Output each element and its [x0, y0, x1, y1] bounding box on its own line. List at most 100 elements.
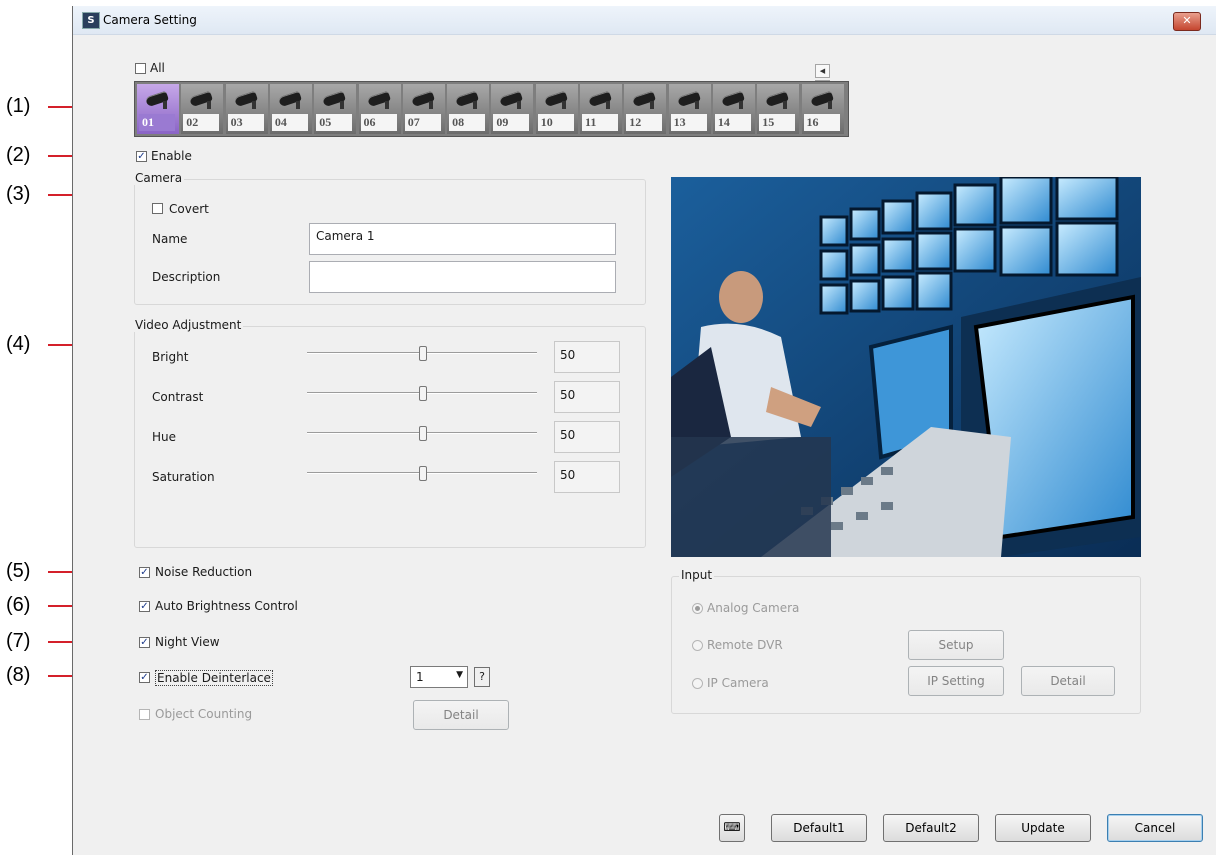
callout-label: (1): [6, 95, 31, 117]
camera-group-title: Camera: [133, 171, 185, 185]
camera-number: 01: [139, 114, 175, 131]
camera-tile[interactable]: 04: [269, 84, 312, 134]
noise-reduction-checkbox[interactable]: ✓: [139, 567, 150, 578]
saturation-value[interactable]: 50: [554, 461, 620, 493]
callout-label: (2): [6, 144, 31, 166]
camera-number: 07: [404, 114, 441, 131]
ip-camera-label: IP Camera: [707, 676, 769, 690]
keyboard-button[interactable]: ⌨: [719, 814, 745, 842]
all-label: All: [150, 61, 165, 75]
input-group-title: Input: [679, 568, 715, 582]
cancel-button[interactable]: Cancel: [1107, 814, 1203, 842]
chevron-down-icon: ▼: [456, 670, 463, 680]
hue-value[interactable]: 50: [554, 421, 620, 453]
name-field[interactable]: Camera 1: [309, 223, 616, 255]
camera-number: 03: [227, 114, 264, 131]
callout-label: (6): [6, 594, 31, 616]
saturation-label: Saturation: [152, 470, 215, 484]
camera-tile[interactable]: 12: [624, 84, 667, 134]
close-button[interactable]: ✕: [1173, 12, 1201, 31]
enable-checkbox[interactable]: ✓: [136, 151, 147, 162]
callout-label: (5): [6, 560, 31, 582]
camera-icon: [586, 88, 616, 109]
camera-tile[interactable]: 01: [137, 84, 179, 134]
default1-button[interactable]: Default1: [771, 814, 867, 842]
camera-tile[interactable]: 05: [314, 84, 357, 134]
covert-checkbox[interactable]: [152, 203, 163, 214]
camera-number: 12: [626, 114, 663, 131]
camera-tile[interactable]: 11: [580, 84, 622, 134]
contrast-slider-thumb[interactable]: [419, 386, 427, 401]
camera-icon: [719, 88, 749, 109]
ip-camera-radio[interactable]: [692, 678, 703, 689]
camera-tile[interactable]: 09: [491, 84, 534, 134]
ip-detail-button[interactable]: Detail: [1021, 666, 1115, 696]
callout-7: (7): [0, 630, 136, 652]
camera-icon: [675, 88, 705, 109]
deinterlace-select[interactable]: 1 ▼: [410, 666, 468, 688]
description-field[interactable]: [309, 261, 616, 293]
title-bar: S Camera Setting ✕: [73, 6, 1216, 35]
camera-icon: [187, 88, 217, 109]
scroll-left-icon[interactable]: ◀: [815, 64, 830, 78]
camera-scroll-arrows: ◀▶: [815, 62, 845, 94]
camera-tile[interactable]: 02: [181, 84, 224, 134]
camera-setting-dialog: S Camera Setting ✕ All ◀▶ 01 02 03 04 05 06 07…: [72, 6, 1216, 855]
callout-label: (3): [6, 183, 31, 205]
bright-slider-thumb[interactable]: [419, 346, 427, 361]
setup-button[interactable]: Setup: [908, 630, 1004, 660]
deinterlace-help-button[interactable]: ?: [474, 667, 490, 687]
control-room-photo: [671, 177, 1141, 557]
deinterlace-label: Enable Deinterlace: [155, 670, 273, 686]
analog-camera-radio[interactable]: [692, 603, 703, 614]
camera-icon: [497, 88, 527, 109]
callout-label: (7): [6, 630, 31, 652]
camera-tile[interactable]: 13: [668, 84, 711, 134]
name-label: Name: [152, 232, 188, 246]
camera-number: 06: [360, 114, 397, 131]
callout-2: (2): [0, 144, 136, 166]
object-counting-checkbox[interactable]: [139, 709, 150, 720]
all-checkbox[interactable]: [135, 63, 146, 74]
bright-value[interactable]: 50: [554, 341, 620, 373]
remote-dvr-radio[interactable]: [692, 640, 703, 651]
camera-number: 13: [670, 114, 707, 131]
camera-icon: [630, 88, 660, 109]
callout-label: (8): [6, 664, 31, 686]
object-counting-detail-button[interactable]: Detail: [413, 700, 509, 730]
video-adjustment-title: Video Adjustment: [133, 318, 244, 332]
camera-tile[interactable]: 03: [225, 84, 268, 134]
camera-tile[interactable]: 15: [757, 84, 800, 134]
camera-tile[interactable]: 07: [402, 84, 445, 134]
callout-4: (4): [0, 334, 136, 354]
callout-8: (8): [0, 664, 136, 686]
camera-icon: [763, 88, 793, 109]
contrast-value[interactable]: 50: [554, 381, 620, 413]
camera-number: 10: [537, 114, 574, 131]
camera-tile[interactable]: 08: [447, 84, 490, 134]
remote-dvr-label: Remote DVR: [707, 638, 783, 652]
ip-setting-button[interactable]: IP Setting: [908, 666, 1004, 696]
camera-icon: [276, 88, 306, 109]
camera-tile[interactable]: 14: [712, 84, 755, 134]
camera-number: 16: [803, 114, 840, 131]
hue-slider-thumb[interactable]: [419, 426, 427, 441]
deinterlace-select-value: 1: [416, 670, 424, 684]
default2-button[interactable]: Default2: [883, 814, 979, 842]
auto-brightness-checkbox[interactable]: ✓: [139, 601, 150, 612]
camera-tile[interactable]: 06: [358, 84, 401, 134]
deinterlace-checkbox[interactable]: ✓: [139, 672, 150, 683]
update-button[interactable]: Update: [995, 814, 1091, 842]
camera-tile[interactable]: 16: [801, 84, 844, 134]
callout-3: (3): [0, 183, 136, 205]
bright-label: Bright: [152, 350, 189, 364]
camera-number: 11: [582, 114, 618, 131]
analog-camera-label: Analog Camera: [707, 601, 800, 615]
callout-5: (5): [0, 560, 136, 582]
saturation-slider-thumb[interactable]: [419, 466, 427, 481]
app-icon: S: [82, 12, 100, 29]
camera-icon: [232, 88, 262, 109]
noise-reduction-label: Noise Reduction: [155, 565, 253, 579]
camera-tile[interactable]: 10: [535, 84, 578, 134]
night-view-checkbox[interactable]: ✓: [139, 637, 150, 648]
